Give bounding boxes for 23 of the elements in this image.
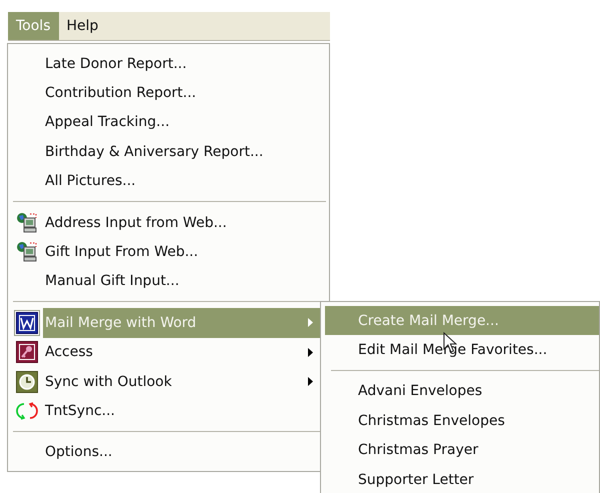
menu-item[interactable]: Christmas Envelopes [325, 406, 599, 436]
globe-computer-icon [16, 212, 38, 234]
menu-item[interactable]: Address Input from Web... [43, 208, 323, 238]
menu-item[interactable]: Options... [43, 438, 323, 468]
menu-item[interactable]: Access [43, 338, 323, 367]
menu-item[interactable]: Gift Input From Web... [43, 237, 323, 267]
document-w-icon [16, 312, 38, 334]
menu-item[interactable]: Advani Envelopes [325, 376, 599, 406]
menu-item[interactable]: Late Donor Report... [43, 49, 323, 78]
menu-item[interactable]: TntSync... [43, 396, 323, 426]
menu-item[interactable]: Sync with Outlook [43, 366, 323, 396]
key-icon [16, 341, 38, 364]
clock-icon [16, 370, 38, 393]
menu-item[interactable]: Christmas Prayer [325, 436, 599, 465]
menu-item[interactable]: All Pictures... [43, 166, 323, 196]
menu-item[interactable]: Appeal Tracking... [43, 108, 323, 138]
menu-item[interactable]: Contribution Report... [43, 78, 323, 108]
menu-item[interactable]: Birthday & Aniversary Report... [43, 137, 323, 167]
menu-bar-item[interactable]: Help [58, 12, 106, 40]
menu-item[interactable]: Supporter Letter [325, 464, 599, 493]
sync-arrows-icon [16, 400, 38, 422]
menu-item[interactable]: Manual Gift Input... [43, 266, 323, 296]
globe-computer-icon [16, 241, 38, 264]
